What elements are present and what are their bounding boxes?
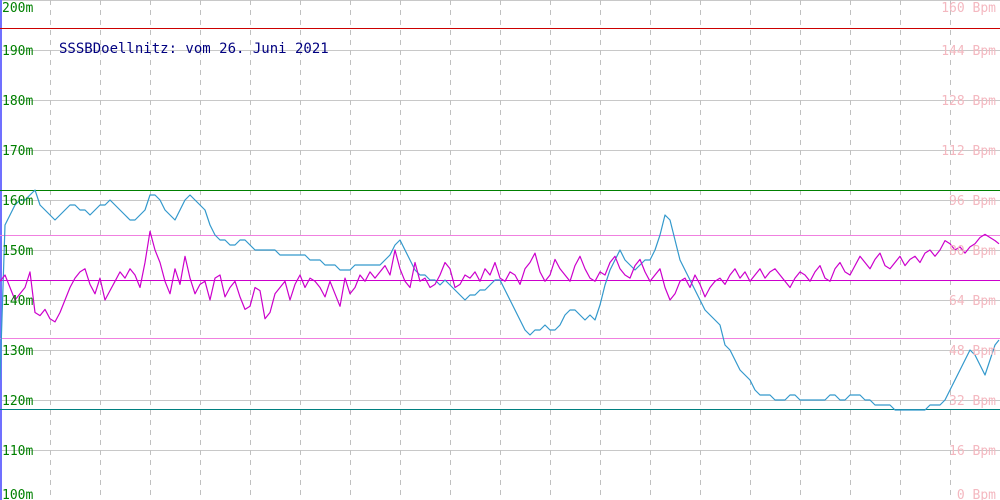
left-tick-label: 200m xyxy=(2,1,33,16)
right-tick-label: 80 Bpm xyxy=(949,244,996,259)
left-tick-label: 110m xyxy=(2,444,33,459)
left-tick-label: 120m xyxy=(2,394,33,409)
left-tick-label: 180m xyxy=(2,94,33,109)
left-tick-label: 160m xyxy=(2,194,33,209)
right-tick-label: 144 Bpm xyxy=(941,44,996,59)
right-tick-label: 48 Bpm xyxy=(949,344,996,359)
chart-svg: 200m 190m 180m 170m 160m 150m 140m 130m 120m 110m… xyxy=(0,0,1000,500)
right-tick-label: 64 Bpm xyxy=(949,294,996,309)
left-tick-label: 130m xyxy=(2,344,33,359)
right-tick-label: 32 Bpm xyxy=(949,394,996,409)
left-tick-label: 170m xyxy=(2,144,33,159)
left-tick-label: 190m xyxy=(2,44,33,59)
left-tick-label: 140m xyxy=(2,294,33,309)
grid-layer xyxy=(0,0,1000,500)
left-tick-label: 150m xyxy=(2,244,33,259)
chart-container: 200m 190m 180m 170m 160m 150m 140m 130m 120m 110m… xyxy=(0,0,1000,500)
left-tick-label: 100m xyxy=(2,488,33,500)
right-tick-label: 0 Bpm xyxy=(957,488,996,500)
right-tick-label: 96 Bpm xyxy=(949,194,996,209)
chart-title: SSSBDoellnitz: vom 26. Juni 2021 xyxy=(59,41,329,57)
right-tick-label: 16 Bpm xyxy=(949,444,996,459)
right-tick-label: 128 Bpm xyxy=(941,94,996,109)
right-tick-label: 160 Bpm xyxy=(941,1,996,16)
right-tick-label: 112 Bpm xyxy=(941,144,996,159)
